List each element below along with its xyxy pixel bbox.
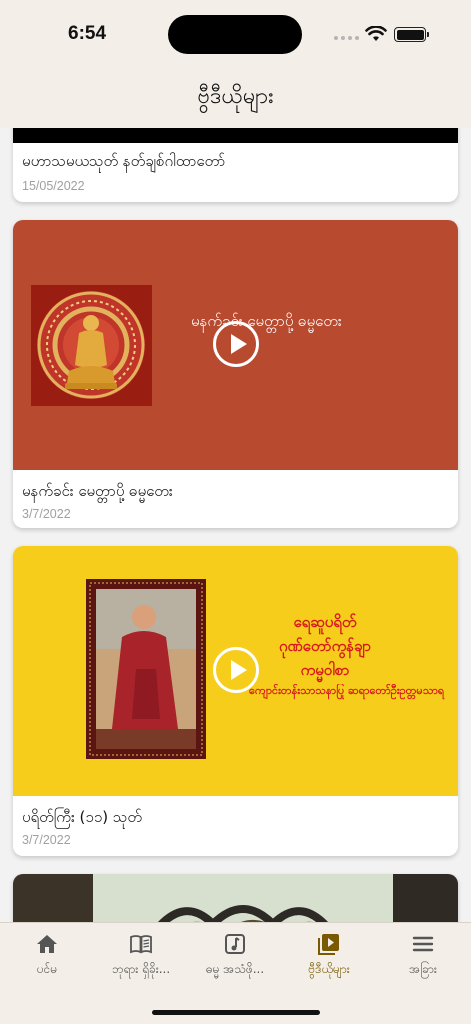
battery-icon: [394, 27, 429, 42]
tab-videos[interactable]: ဗွီဒီယိုများ: [282, 933, 376, 979]
video-date: 3/7/2022: [22, 833, 71, 847]
video-title: မဟာသမယသုတ် နတ်ချစ်ဂါထာတော်: [22, 152, 226, 170]
music-note-icon: [225, 934, 245, 954]
home-icon: [37, 935, 57, 953]
play-button[interactable]: [213, 321, 259, 367]
tab-label: ဘုရား ရှိခိုး...: [111, 962, 171, 976]
thumbnail-line: ကမ္မဝါစာ: [300, 661, 350, 679]
wifi-icon: [365, 26, 387, 41]
tab-label: ဗွီဒီယိုများ: [308, 962, 350, 976]
video-title: ပရိတ်ကြီး (၁၁) သုတ်: [22, 808, 142, 826]
tab-prayers[interactable]: ဘုရား ရှိခိုး...: [94, 933, 188, 979]
tab-audio[interactable]: ဓမ္မ အသံဖို...: [188, 933, 282, 979]
video-list[interactable]: မဟာသမယသုတ် နတ်ချစ်ဂါထာတော် 15/05/2022 မန…: [0, 128, 471, 922]
thumbnail-line: ရေဆူပရိတ်: [293, 613, 357, 631]
thumbnail-art: [13, 874, 458, 922]
home-indicator: [152, 1010, 320, 1015]
video-card[interactable]: [13, 874, 458, 922]
status-time: 6:54: [68, 23, 107, 44]
video-card[interactable]: မဟာသမယသုတ် နတ်ချစ်ဂါထာတော် 15/05/2022: [13, 128, 458, 202]
tab-home[interactable]: ပင်မ: [0, 933, 94, 979]
status-bar: 6:54: [0, 0, 471, 66]
tab-more[interactable]: အခြား: [376, 933, 470, 979]
app-header: ဗွီဒီယိုများ: [0, 66, 471, 128]
monk-portrait: [86, 579, 206, 759]
thumbnail-line: ဂုဏ်တော်ကွန်ချာ: [278, 637, 372, 655]
signal-icon: [334, 36, 359, 40]
play-button[interactable]: [213, 647, 259, 693]
page-title: ဗွီဒီယိုများ: [197, 83, 274, 109]
menu-icon: [412, 936, 434, 952]
thumbnail-caption: မနက်ခင်း မေတ္တာပို့ ဓမ္မတေး: [191, 312, 342, 330]
video-thumbnail[interactable]: [13, 128, 458, 143]
video-card[interactable]: ရေဆူပရိတ် ဂုဏ်တော်ကွန်ချာ ကမ္မဝါစာ ကျောင…: [13, 546, 458, 856]
dynamic-island: [168, 15, 302, 54]
video-card[interactable]: မနက်ခင်း မေတ္တာပို့ ဓမ္မတေး မနက်ခင်း မေတ…: [13, 220, 458, 528]
tab-label: ဓမ္မ အသံဖို...: [205, 962, 265, 976]
video-date: 15/05/2022: [22, 179, 85, 193]
video-thumbnail[interactable]: ရေဆူပရိတ် ဂုဏ်တော်ကွန်ချာ ကမ္မဝါစာ ကျောင…: [13, 546, 458, 796]
thumbnail-line: ကျောင်းတန်းသာသနာပြု ဆရာတော်ဦးဥတ္တမသာရ: [249, 684, 445, 697]
buddha-image: [31, 285, 152, 406]
video-thumbnail[interactable]: [13, 874, 458, 922]
video-thumbnail[interactable]: မနက်ခင်း မေတ္တာပို့ ဓမ္မတေး: [13, 220, 458, 470]
video-title: မနက်ခင်း မေတ္တာပို့ ဓမ္မတေး: [22, 482, 173, 500]
video-date: 3/7/2022: [22, 507, 71, 521]
book-icon: [130, 935, 152, 954]
tab-label: အခြား: [409, 962, 437, 976]
bottom-tab-bar: ပင်မ ဘုရား ရှိခိုး... ဓမ္မ အသံဖို... ဗွီ…: [0, 922, 471, 1024]
video-icon: [318, 934, 339, 955]
tab-label: ပင်မ: [36, 962, 58, 976]
